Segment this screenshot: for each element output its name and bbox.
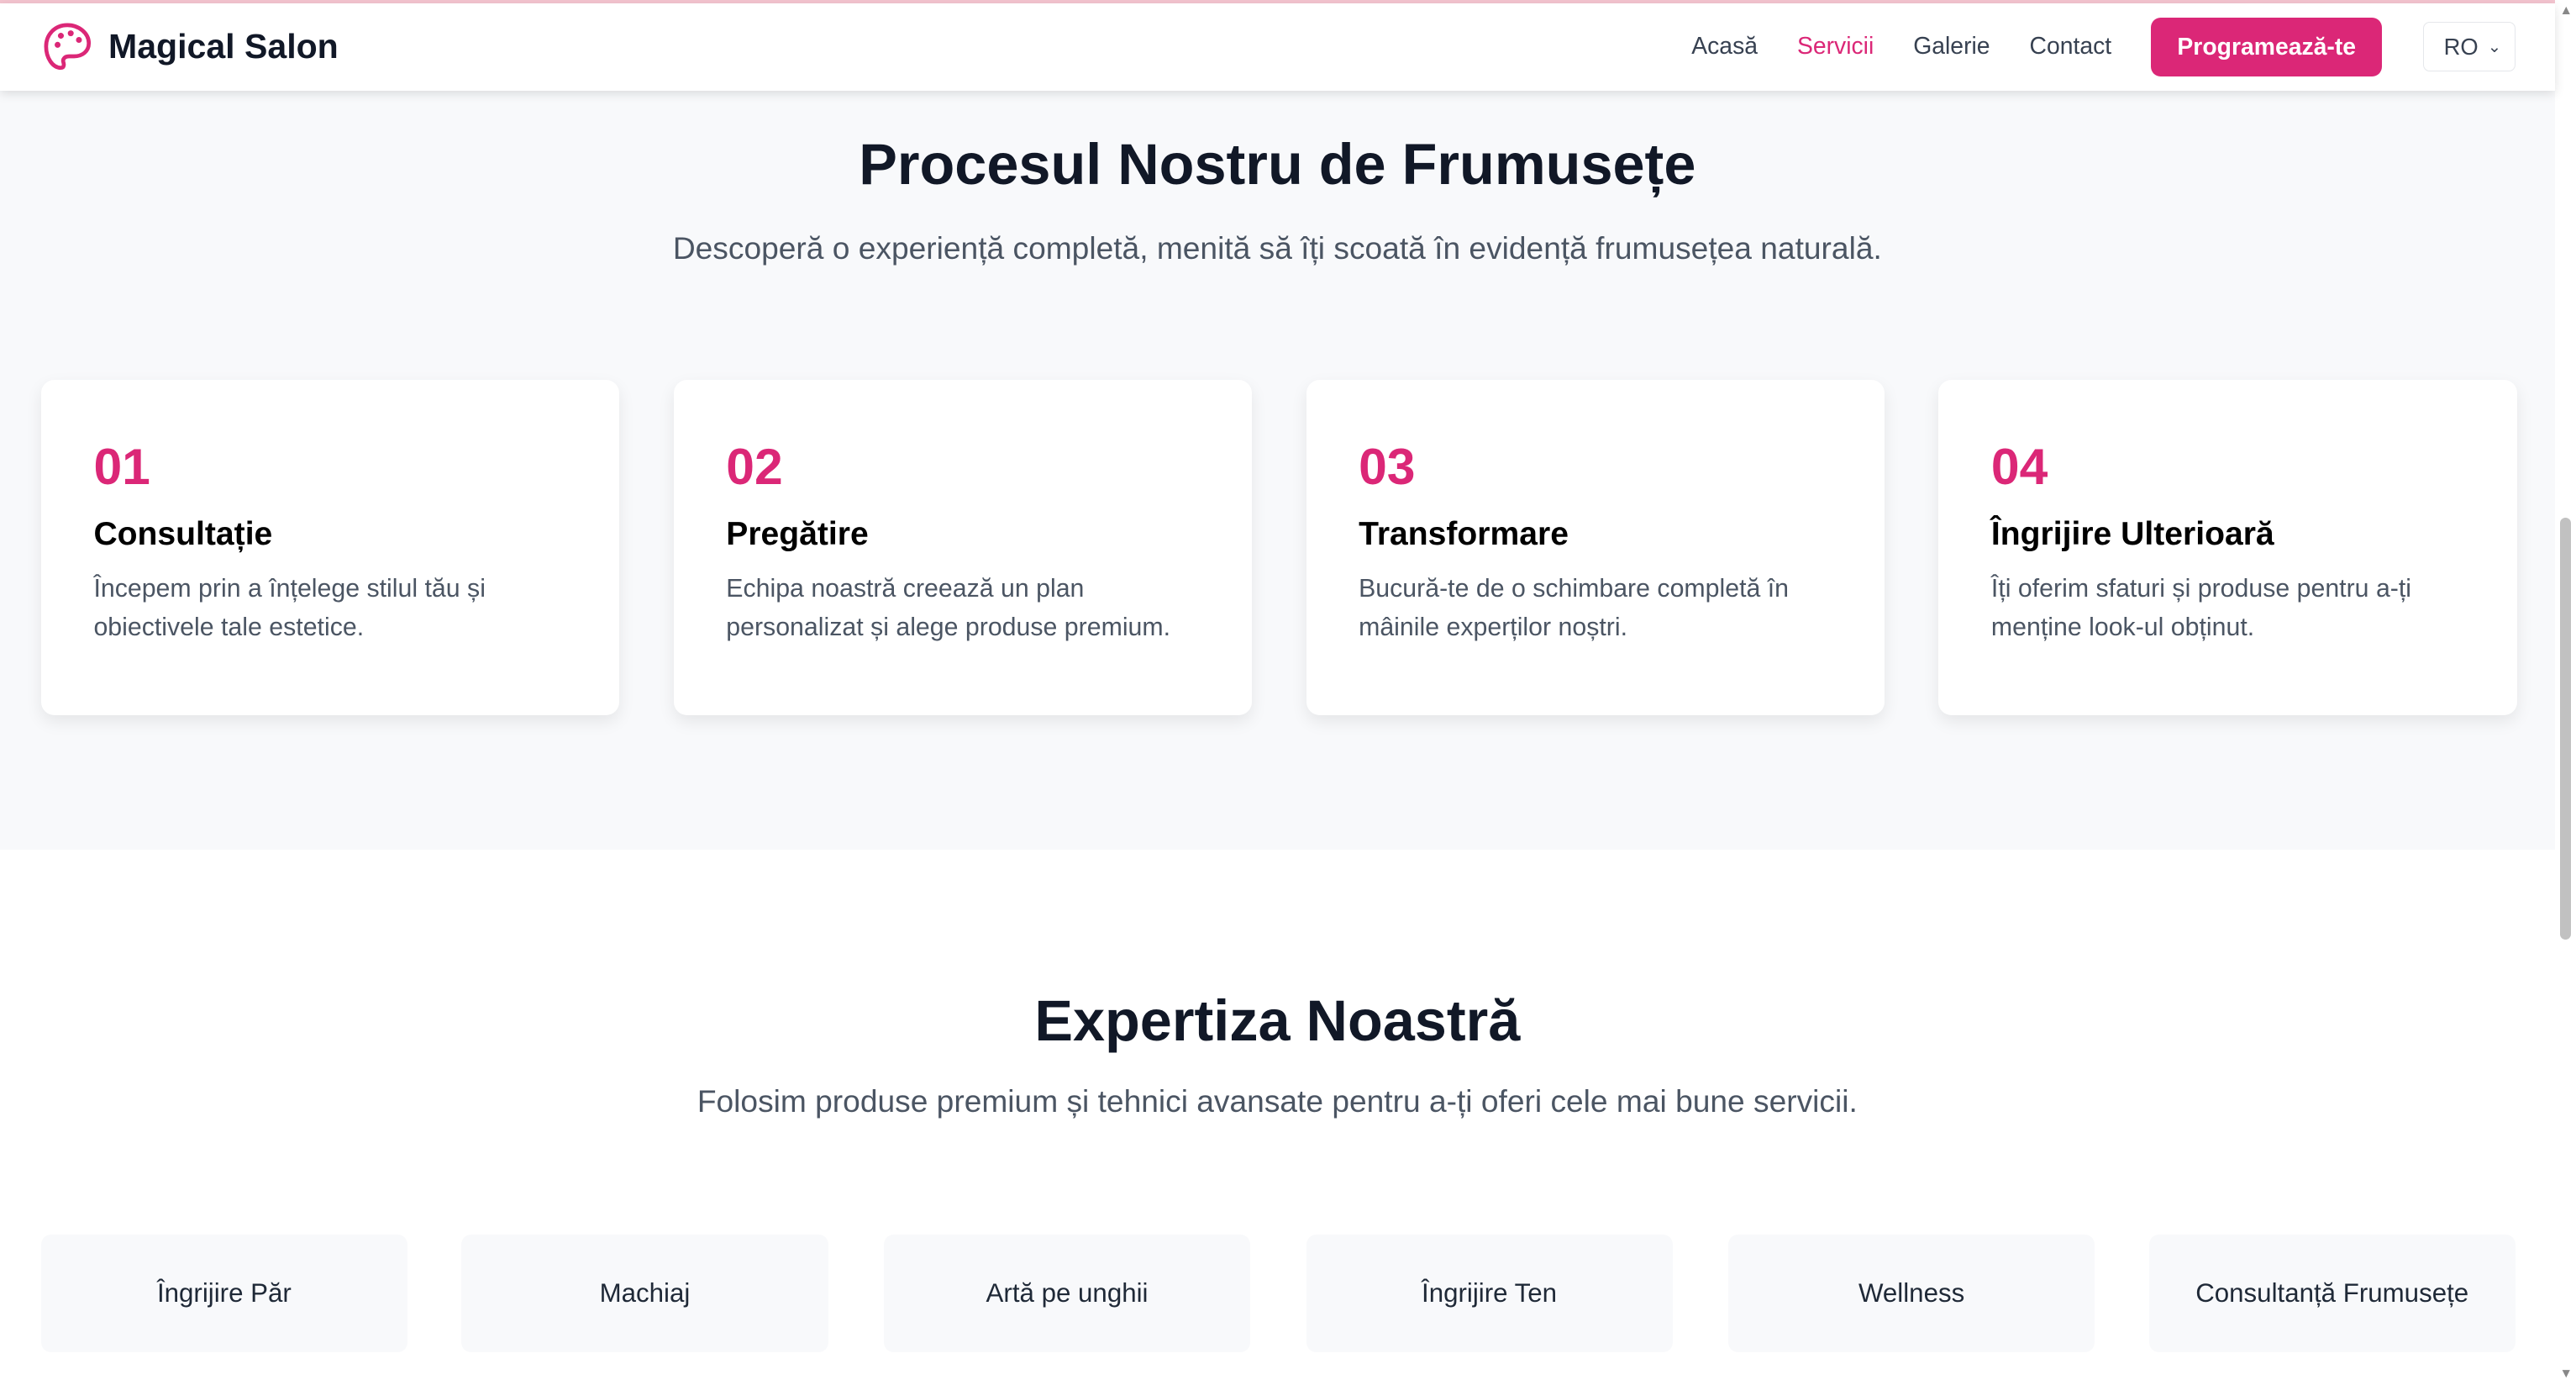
language-value: RO	[2443, 33, 2479, 60]
page: Magical Salon Acasă Servicii Galerie Con…	[0, 0, 2576, 1385]
expertise-section: Expertiza Noastră Folosim produse premiu…	[0, 849, 2555, 1385]
step-card: 03 Transformare Bucură-te de o schimbare c…	[1306, 379, 1885, 715]
scroll-down-icon[interactable]: ▼	[2560, 1367, 2573, 1382]
scrollbar[interactable]: ▲ ▼	[2554, 0, 2576, 1385]
expertise-item[interactable]: Machiaj	[461, 1234, 828, 1353]
expertise-item[interactable]: Wellness	[1728, 1234, 2095, 1353]
expertise-item[interactable]: Artă pe unghii	[884, 1234, 1251, 1353]
step-number: 01	[93, 438, 150, 496]
process-subtitle: Descoperă o experiență completă, menită …	[672, 229, 1882, 266]
step-title: Pregătire	[726, 515, 869, 552]
step-text: Îți oferim sfaturi și produse pentru a-ț…	[1990, 574, 2412, 642]
process-title: Procesul Nostru de Frumusețe	[859, 132, 1696, 197]
scroll-up-icon[interactable]: ▲	[2560, 3, 2573, 18]
language-select[interactable]: RO ⌄	[2423, 22, 2516, 72]
step-number: 03	[1359, 438, 1416, 496]
step-card: 04 Îngrijire Ulterioară Îți oferim sfaturi…	[1938, 379, 2517, 715]
chevron-down-icon: ⌄	[2487, 37, 2502, 56]
step-text: Echipa noastră creează un plan personali…	[726, 574, 1171, 642]
step-text: Începem prin a înțelege stilul tău și ob…	[93, 574, 486, 642]
step-number: 02	[726, 438, 783, 496]
expertise-title: Expertiza Noastră	[1034, 988, 1521, 1054]
expertise-item[interactable]: Îngrijire Păr	[40, 1234, 407, 1353]
brand-logo[interactable]: Magical Salon	[41, 20, 339, 73]
scrollbar-thumb[interactable]	[2559, 517, 2572, 940]
nav-galerie[interactable]: Galerie	[1913, 33, 1990, 61]
step-title: Transformare	[1359, 515, 1569, 552]
step-title: Consultație	[93, 515, 273, 552]
expertise-item[interactable]: Îngrijire Ten	[1306, 1234, 1673, 1353]
expertise-item[interactable]: Consultanță Frumusețe	[2148, 1234, 2516, 1353]
nav-acasa[interactable]: Acasă	[1691, 33, 1758, 61]
process-section: Procesul Nostru de Frumusețe Descoperă o…	[0, 90, 2555, 850]
expertise-subtitle: Folosim produse premium și tehnici avans…	[697, 1082, 1858, 1119]
step-text: Bucură-te de o schimbare completă în mâi…	[1359, 574, 1790, 642]
book-button[interactable]: Programează-te	[2151, 17, 2383, 76]
step-title: Îngrijire Ulterioară	[1990, 515, 2274, 552]
step-card: 01 Consultație Începem prin a înțelege sti…	[40, 379, 620, 715]
nav-servicii[interactable]: Servicii	[1797, 33, 1874, 61]
brand-name: Magical Salon	[108, 27, 339, 66]
palette-icon	[44, 23, 91, 71]
navbar: Magical Salon Acasă Servicii Galerie Con…	[0, 3, 2555, 91]
step-card: 02 Pregătire Echipa noastră creează un pla…	[673, 379, 1252, 715]
step-number: 04	[1990, 438, 2048, 496]
main-nav: Acasă Servicii Galerie Contact Programea…	[1691, 17, 2554, 76]
nav-contact[interactable]: Contact	[2030, 33, 2112, 61]
